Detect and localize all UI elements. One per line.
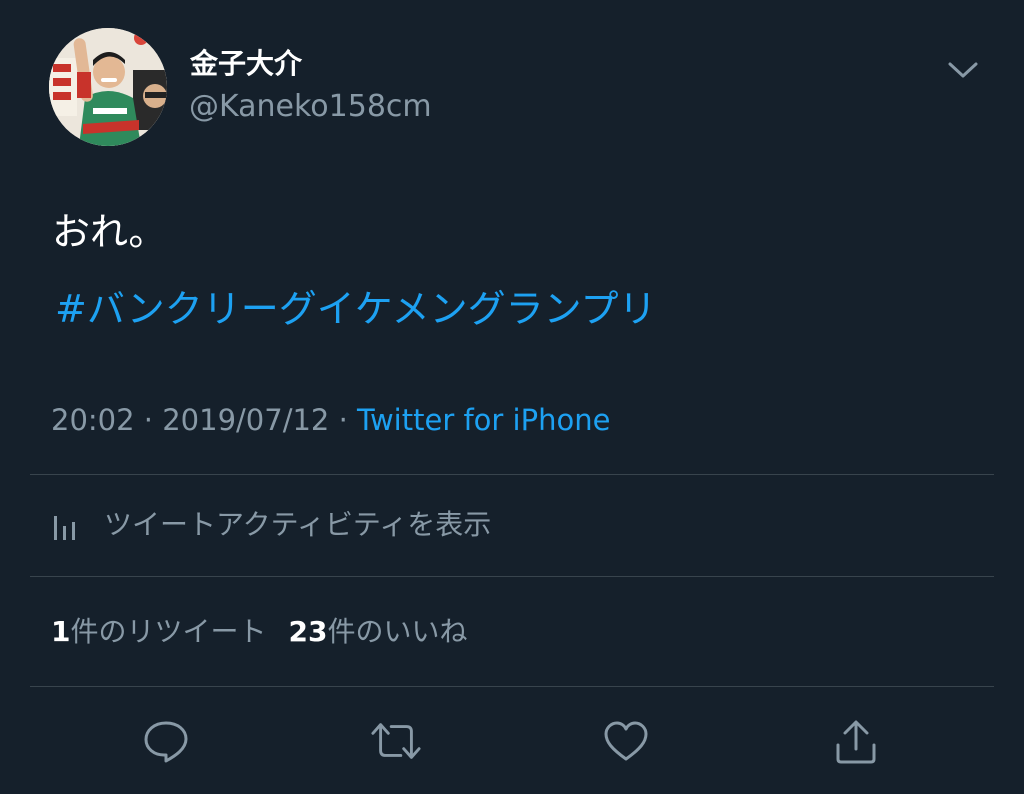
retweet-button[interactable] [370, 716, 422, 766]
meta-separator: · [134, 403, 163, 437]
bar-chart-icon [54, 516, 75, 540]
user-handle[interactable]: @Kaneko158cm [189, 88, 432, 126]
tweet-activity-button[interactable]: ツイートアクティビティを表示 [52, 503, 491, 547]
retweet-count-link[interactable]: 1件のリツイート [51, 611, 267, 653]
tweet-activity-label: ツイートアクティビティを表示 [104, 508, 492, 541]
avatar-photo [49, 28, 167, 146]
like-count: 23 [288, 615, 328, 648]
tweet-date: 2019/07/12 [162, 403, 330, 437]
retweet-count: 1 [51, 615, 71, 648]
reply-button[interactable] [140, 716, 192, 766]
like-count-link[interactable]: 23件のいいね [289, 611, 468, 653]
divider [30, 474, 994, 475]
tweet-time: 20:02 [51, 403, 135, 437]
retweet-icon [371, 723, 421, 759]
hashtag-link[interactable]: #バンクリーグイケメングランプリ [55, 282, 656, 336]
tweet-detail: 金子大介 @Kaneko158cm おれ。 #バンクリーグイケメングランプリ 2… [0, 0, 1024, 794]
meta-separator: · [329, 403, 358, 437]
tweet-source-link[interactable]: Twitter for iPhone [357, 403, 610, 437]
divider [30, 576, 994, 577]
avatar[interactable] [49, 28, 167, 146]
more-options-button[interactable] [946, 56, 980, 84]
share-icon [836, 720, 876, 764]
like-button[interactable] [600, 716, 652, 766]
display-name[interactable]: 金子大介 [190, 46, 302, 82]
tweet-text: おれ。 [52, 210, 167, 254]
tweet-stats: 1件のリツイート 23件のいいね [51, 611, 467, 653]
reply-icon [144, 721, 188, 763]
like-count-label: 件のいいね [327, 615, 468, 648]
divider [30, 686, 994, 687]
retweet-count-label: 件のリツイート [70, 615, 267, 648]
like-icon [604, 721, 648, 761]
tweet-metadata: 20:02 · 2019/07/12 · Twitter for iPhone [51, 400, 610, 440]
chevron-down-icon [948, 62, 978, 78]
share-button[interactable] [830, 716, 882, 766]
